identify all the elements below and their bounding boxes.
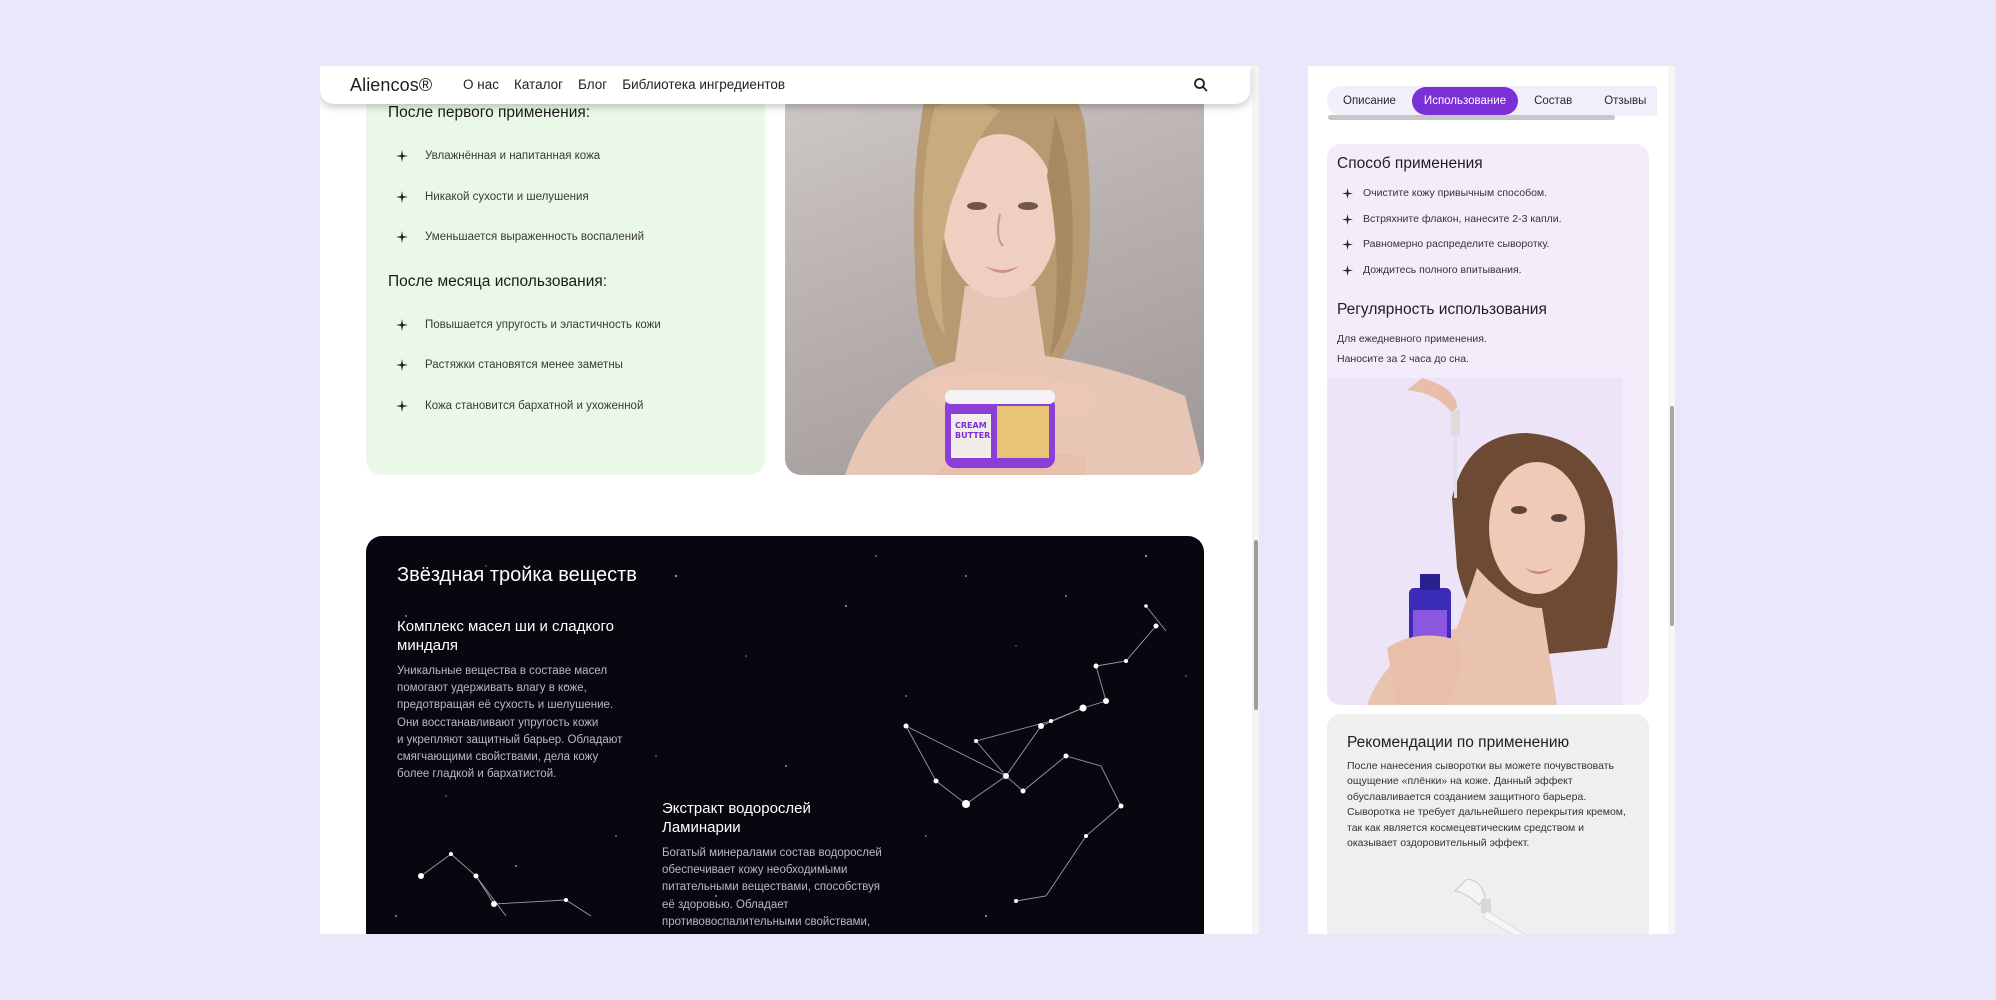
recommendations-text: После нанесения сыворотки вы можете почу… — [1347, 760, 1626, 850]
benefit-text: Увлажнённая и напитанная кожа — [425, 150, 601, 163]
main-page-viewport: Aliencos® О нас Каталог Блог Библиотека … — [320, 66, 1259, 934]
sparkle-icon — [396, 231, 408, 244]
section-title: Звёздная тройка веществ — [397, 564, 637, 586]
usage-step-text: Равномерно распределите сыворотку. — [1363, 238, 1550, 250]
search-icon[interactable] — [1192, 76, 1210, 94]
nav-link-blog[interactable]: Блог — [578, 77, 607, 92]
sparkle-icon — [396, 190, 408, 203]
sparkle-icon — [396, 318, 408, 331]
benefit-item: Растяжки становятся менее заметны — [388, 345, 743, 386]
benefit-text: Кожа становится бархатной и ухоженной — [425, 399, 644, 412]
usage-title: Способ применения — [1337, 155, 1483, 172]
benefit-text: Никакой сухости и шелушения — [425, 190, 589, 203]
ingredient-line: Они восстанавливают упругость кожи — [397, 716, 599, 729]
ingredient-line: обеспечивает кожу необходимыми — [662, 864, 848, 877]
benefit-item: Уменьшается выраженность воспалений — [388, 217, 743, 258]
sparkle-icon — [1342, 187, 1353, 199]
site-header: Aliencos® О нас Каталог Блог Библиотека … — [320, 66, 1250, 104]
site-logo[interactable]: Aliencos® — [350, 75, 432, 96]
sparkle-icon — [1342, 264, 1353, 276]
usage-step: Очистите кожу привычным способом. — [1342, 187, 1547, 199]
results-card: После первого применения: Увлажнённая и … — [366, 66, 765, 475]
product-panel: Описание Использование Состав Отзывы Спо… — [1308, 66, 1675, 934]
sparkle-icon — [1342, 213, 1353, 225]
ingredient-line: и укрепляют защитный барьер. Обладают — [397, 733, 623, 746]
product-tabs: Описание Использование Состав Отзывы — [1327, 86, 1657, 116]
sparkle-icon — [396, 150, 408, 163]
ingredient-line: питательными веществами, способствуя — [662, 881, 880, 894]
page-scrollbar[interactable] — [1252, 66, 1259, 934]
ingredient-line: Богатый минералами состав водорослей — [662, 847, 882, 859]
nav-link-ingredients[interactable]: Библиотека ингредиентов — [622, 77, 785, 92]
usage-step-text: Встряхните флакон, нанесите 2-3 капли. — [1363, 213, 1562, 225]
nav-link-catalog[interactable]: Каталог — [514, 77, 563, 92]
ingredient-line: помогают удерживать влагу в коже, — [397, 682, 587, 695]
ingredient-description: Богатый минералами состав водорослей обе… — [662, 845, 922, 931]
benefit-item: Кожа становится бархатной и ухоженной — [388, 386, 743, 427]
star-ingredients-section: Звёздная тройка веществ Комплекс масел ш… — [366, 536, 1204, 934]
ingredient-line: Уникальные вещества в составе масел — [397, 665, 608, 677]
panel-scrollbar[interactable] — [1668, 66, 1675, 934]
scrollbar-thumb[interactable] — [1254, 540, 1258, 710]
sparkle-icon — [1342, 238, 1353, 250]
model-with-serum-photo — [1327, 378, 1623, 705]
recommendations-card: Рекомендации по применению После нанесен… — [1327, 714, 1649, 934]
scrollbar-thumb[interactable] — [1670, 406, 1674, 626]
tab-usage[interactable]: Использование — [1411, 87, 1519, 115]
usage-step-text: Очистите кожу привычным способом. — [1363, 187, 1548, 199]
regularity-line: Наносите за 2 часа до сна. — [1337, 353, 1469, 365]
sparkle-icon — [396, 359, 408, 372]
benefit-item: Увлажнённая и напитанная кожа — [388, 136, 743, 177]
benefit-text: Растяжки становятся менее заметны — [425, 359, 623, 372]
results-month-title: После месяца использования: — [388, 272, 608, 290]
ingredient-title: Экстракт водорослей Ламинарии — [662, 800, 811, 836]
results-first-title: После первого применения: — [388, 104, 591, 121]
usage-card: Способ применения Очистите кожу привычны… — [1327, 144, 1649, 705]
recommendations-title: Рекомендации по применению — [1347, 734, 1570, 751]
benefit-item: Повышается упругость и эластичность кожи — [388, 305, 743, 346]
tab-composition[interactable]: Состав — [1518, 87, 1588, 115]
tabs-scrollbar[interactable] — [1328, 115, 1615, 120]
usage-step: Равномерно распределите сыворотку. — [1342, 238, 1549, 250]
usage-step: Дождитесь полного впитывания. — [1342, 264, 1522, 276]
main-nav: О нас Каталог Блог Библиотека ингредиент… — [463, 77, 785, 92]
nav-link-about[interactable]: О нас — [463, 77, 499, 92]
ingredient-line: предотвращая её сухость и шелушение. — [397, 699, 614, 712]
regularity-title: Регулярность использования — [1337, 301, 1547, 318]
benefit-item: Никакой сухости и шелушения — [388, 177, 743, 218]
tab-description[interactable]: Описание — [1327, 87, 1412, 115]
serum-illustration — [1327, 378, 1623, 705]
model-with-cream-photo: CREAM BUTTER — [785, 66, 1204, 475]
ingredient-line: более гладкой и бархатистой. — [397, 768, 557, 781]
benefit-text: Уменьшается выраженность воспалений — [425, 231, 644, 244]
model-illustration: CREAM BUTTER — [845, 66, 1204, 475]
ingredient-line: противовоспалительными свойствами, — [662, 915, 871, 928]
pipette-illustration — [1453, 879, 1526, 934]
ingredient-line: смягчающими свойствами, дела кожу — [397, 751, 599, 764]
ingredient-line: её здоровью. Обладает — [662, 898, 789, 911]
jar-label-line1: CREAM — [955, 421, 987, 430]
usage-step: Встряхните флакон, нанесите 2-3 капли. — [1342, 213, 1562, 225]
regularity-line: Для ежедневного применения. — [1337, 333, 1487, 345]
ingredient-description: Уникальные вещества в составе масел помо… — [397, 663, 657, 783]
sparkle-icon — [396, 399, 408, 412]
tab-reviews[interactable]: Отзывы — [1588, 87, 1662, 115]
benefit-text: Повышается упругость и эластичность кожи — [425, 318, 661, 331]
usage-step-text: Дождитесь полного впитывания. — [1363, 264, 1522, 276]
jar-label-line2: BUTTER — [955, 431, 990, 440]
ingredient-title: Комплекс масел ши и сладкого миндаля — [397, 618, 614, 654]
